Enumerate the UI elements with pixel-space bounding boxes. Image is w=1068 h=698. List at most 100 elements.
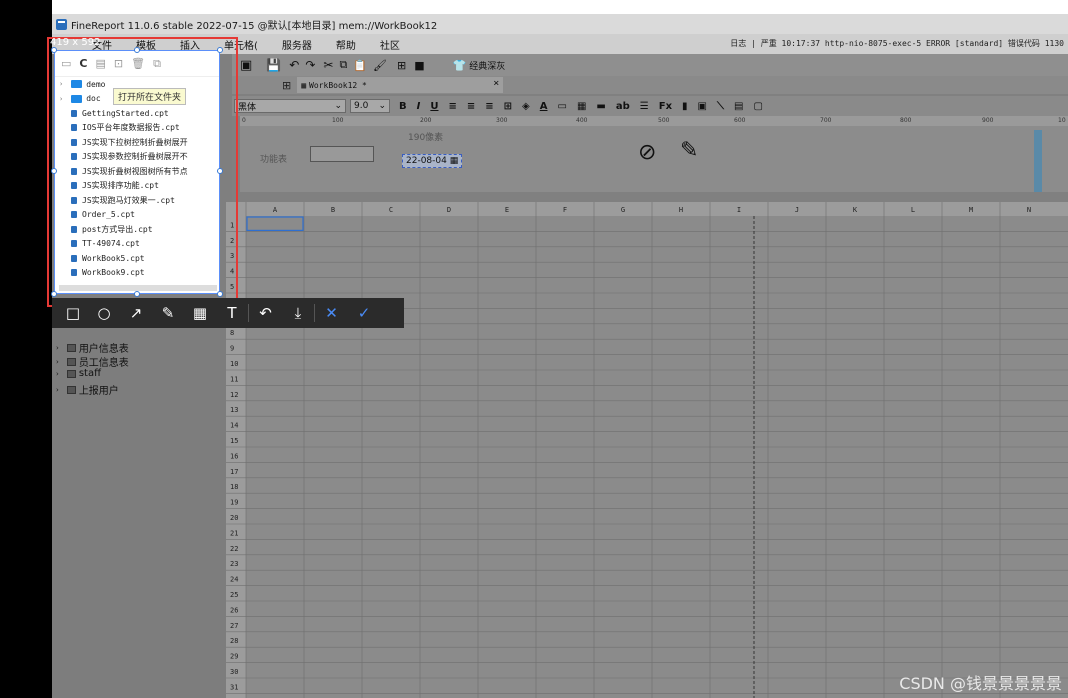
row-header[interactable]: 8: [230, 329, 234, 337]
image-icon[interactable]: ▣: [698, 101, 707, 112]
row-header[interactable]: 30: [230, 668, 238, 676]
text-icon[interactable]: T: [216, 304, 248, 322]
stop-icon[interactable]: ■: [414, 59, 424, 72]
row-header[interactable]: 19: [230, 499, 238, 507]
unmerge-icon[interactable]: ▦: [577, 101, 586, 112]
date-widget[interactable]: 22-08-04 ▦: [402, 154, 463, 168]
row-header[interactable]: 26: [230, 606, 238, 614]
dataset-item[interactable]: › 上报用户: [56, 382, 119, 397]
tab-close-icon[interactable]: ×: [493, 78, 499, 89]
cut-icon[interactable]: ✂: [323, 58, 333, 72]
dataset-item[interactable]: › 员工信息表: [56, 354, 129, 369]
font-select[interactable]: 黑体 ⌄: [234, 99, 346, 113]
row-header[interactable]: 22: [230, 545, 238, 553]
bold-icon[interactable]: B: [399, 101, 407, 112]
panel-resize-bar[interactable]: [1034, 130, 1042, 192]
row-header[interactable]: 12: [230, 391, 238, 399]
align-center-icon[interactable]: ≡: [467, 101, 475, 112]
copy-icon[interactable]: ⧉: [339, 58, 347, 72]
align-left-icon[interactable]: ≡: [448, 101, 456, 112]
border-icon[interactable]: ⊞: [504, 101, 512, 112]
insert-row-icon[interactable]: ▬: [596, 101, 605, 112]
param-input[interactable]: [310, 146, 374, 162]
merge-icon[interactable]: ▭: [558, 101, 567, 112]
more-icon[interactable]: ▢: [753, 101, 762, 112]
top-margin: [0, 0, 1068, 14]
column-header[interactable]: G: [621, 206, 625, 214]
row-header[interactable]: 28: [230, 637, 238, 645]
pencil-icon[interactable]: ✎: [680, 138, 698, 163]
column-header[interactable]: I: [737, 206, 741, 214]
log-status[interactable]: 日志 | 严重 10:17:37 http-nio-8075-exec-5 ER…: [730, 38, 1064, 49]
row-header[interactable]: 27: [230, 622, 238, 630]
save-icon[interactable]: 💾: [266, 58, 281, 72]
row-header[interactable]: 16: [230, 452, 238, 460]
dataset-item[interactable]: › 用户信息表: [56, 340, 129, 355]
preview-icon[interactable]: ⊞: [397, 59, 406, 72]
row-header[interactable]: 31: [230, 683, 238, 691]
row-header[interactable]: 9: [230, 345, 234, 353]
row-header[interactable]: 23: [230, 560, 238, 568]
dataset-item[interactable]: › staff: [56, 368, 101, 379]
row-header[interactable]: 29: [230, 653, 238, 661]
column-header[interactable]: L: [911, 206, 915, 214]
underline-icon[interactable]: U: [430, 101, 438, 112]
column-header[interactable]: E: [505, 206, 509, 214]
arrow-icon[interactable]: ↗: [120, 304, 152, 322]
column-header[interactable]: B: [331, 206, 335, 214]
column-header[interactable]: M: [969, 206, 973, 214]
cancel-icon[interactable]: ✕: [314, 304, 348, 322]
text-icon[interactable]: ab: [616, 101, 630, 112]
formula-icon[interactable]: Fx: [659, 101, 672, 112]
undo-icon[interactable]: ↶: [248, 304, 282, 322]
dataset-label: 用户信息表: [78, 344, 129, 355]
align-right-icon[interactable]: ≡: [485, 101, 493, 112]
chevron-down-icon: ⌄: [378, 101, 386, 111]
eye-off-icon[interactable]: ⊘: [638, 140, 656, 165]
font-color-icon[interactable]: A: [540, 101, 548, 112]
menu-community[interactable]: 社区: [380, 37, 400, 52]
fill-color-icon[interactable]: ◈: [522, 101, 530, 112]
row-header[interactable]: 24: [230, 576, 238, 584]
redo-icon[interactable]: ↷: [305, 58, 315, 72]
pen-icon[interactable]: ✎: [152, 304, 184, 322]
format-painter-icon[interactable]: 🖌: [373, 59, 387, 72]
row-header[interactable]: 20: [230, 514, 238, 522]
download-icon[interactable]: ⤓: [282, 304, 314, 322]
ellipse-icon[interactable]: ○: [88, 304, 120, 322]
mosaic-icon[interactable]: ▦: [184, 304, 216, 322]
row-header[interactable]: 11: [230, 375, 238, 383]
font-size-select[interactable]: 9.0 ⌄: [350, 99, 390, 113]
rectangle-icon[interactable]: □: [58, 304, 88, 322]
chart-icon[interactable]: ▮: [682, 101, 688, 112]
column-header[interactable]: J: [795, 206, 799, 214]
dataset-label: staff: [78, 368, 101, 379]
confirm-icon[interactable]: ✓: [348, 304, 380, 322]
column-header[interactable]: C: [389, 206, 393, 214]
row-header[interactable]: 18: [230, 483, 238, 491]
menu-server[interactable]: 服务器: [282, 37, 312, 52]
new-icon[interactable]: ▣: [240, 58, 252, 73]
paste-icon[interactable]: 📋: [353, 59, 367, 72]
column-header[interactable]: F: [563, 206, 567, 214]
richtext-icon[interactable]: ☰: [640, 101, 649, 112]
menu-help[interactable]: 帮助: [336, 37, 356, 52]
column-header[interactable]: D: [447, 206, 451, 214]
row-header[interactable]: 13: [230, 406, 238, 414]
tab-workbook12[interactable]: ▦ WorkBook12 * ×: [297, 77, 504, 93]
row-header[interactable]: 10: [230, 360, 238, 368]
theme-label[interactable]: 经典深灰: [469, 59, 505, 72]
column-header[interactable]: H: [679, 206, 683, 214]
slash-icon[interactable]: ⟍: [717, 101, 724, 112]
column-header[interactable]: N: [1027, 206, 1031, 214]
main-toolbar: ▣ 💾 ↶ ↷ ✂ ⧉ 📋 🖌 ⊞ ■ 👕 经典深灰: [232, 54, 1068, 76]
row-header[interactable]: 21: [230, 529, 238, 537]
row-header[interactable]: 14: [230, 422, 238, 430]
undo-icon[interactable]: ↶: [289, 58, 299, 72]
row-header[interactable]: 15: [230, 437, 238, 445]
subreport-icon[interactable]: ▤: [734, 101, 743, 112]
italic-icon[interactable]: I: [417, 101, 421, 112]
row-header[interactable]: 25: [230, 591, 238, 599]
spreadsheet-grid[interactable]: ABCDEFGHIJKLMN12345678910111213141516171…: [226, 202, 1068, 698]
row-header[interactable]: 17: [230, 468, 238, 476]
